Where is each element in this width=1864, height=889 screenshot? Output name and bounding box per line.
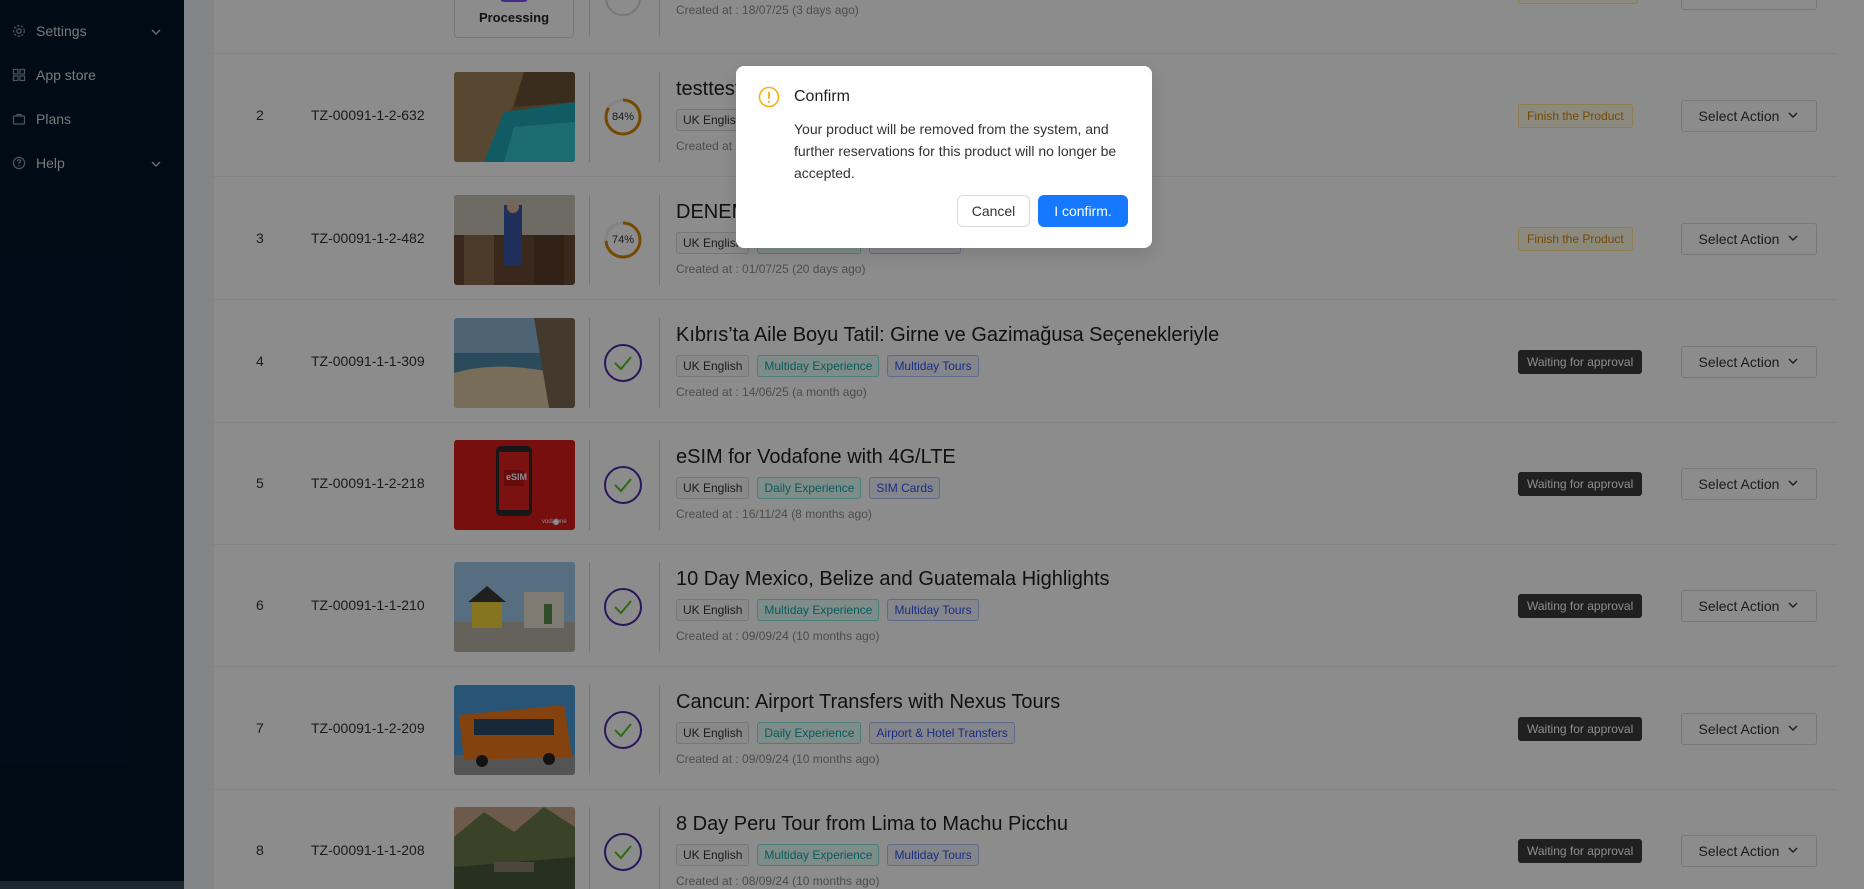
dialog-title: Confirm [794,88,851,105]
confirm-button[interactable]: I confirm. [1038,195,1128,227]
dialog-message: Your product will be removed from the sy… [794,121,1117,181]
exclamation-circle-icon [758,86,780,108]
cancel-button[interactable]: Cancel [957,195,1030,227]
confirm-dialog: Confirm Your product will be removed fro… [736,66,1152,248]
